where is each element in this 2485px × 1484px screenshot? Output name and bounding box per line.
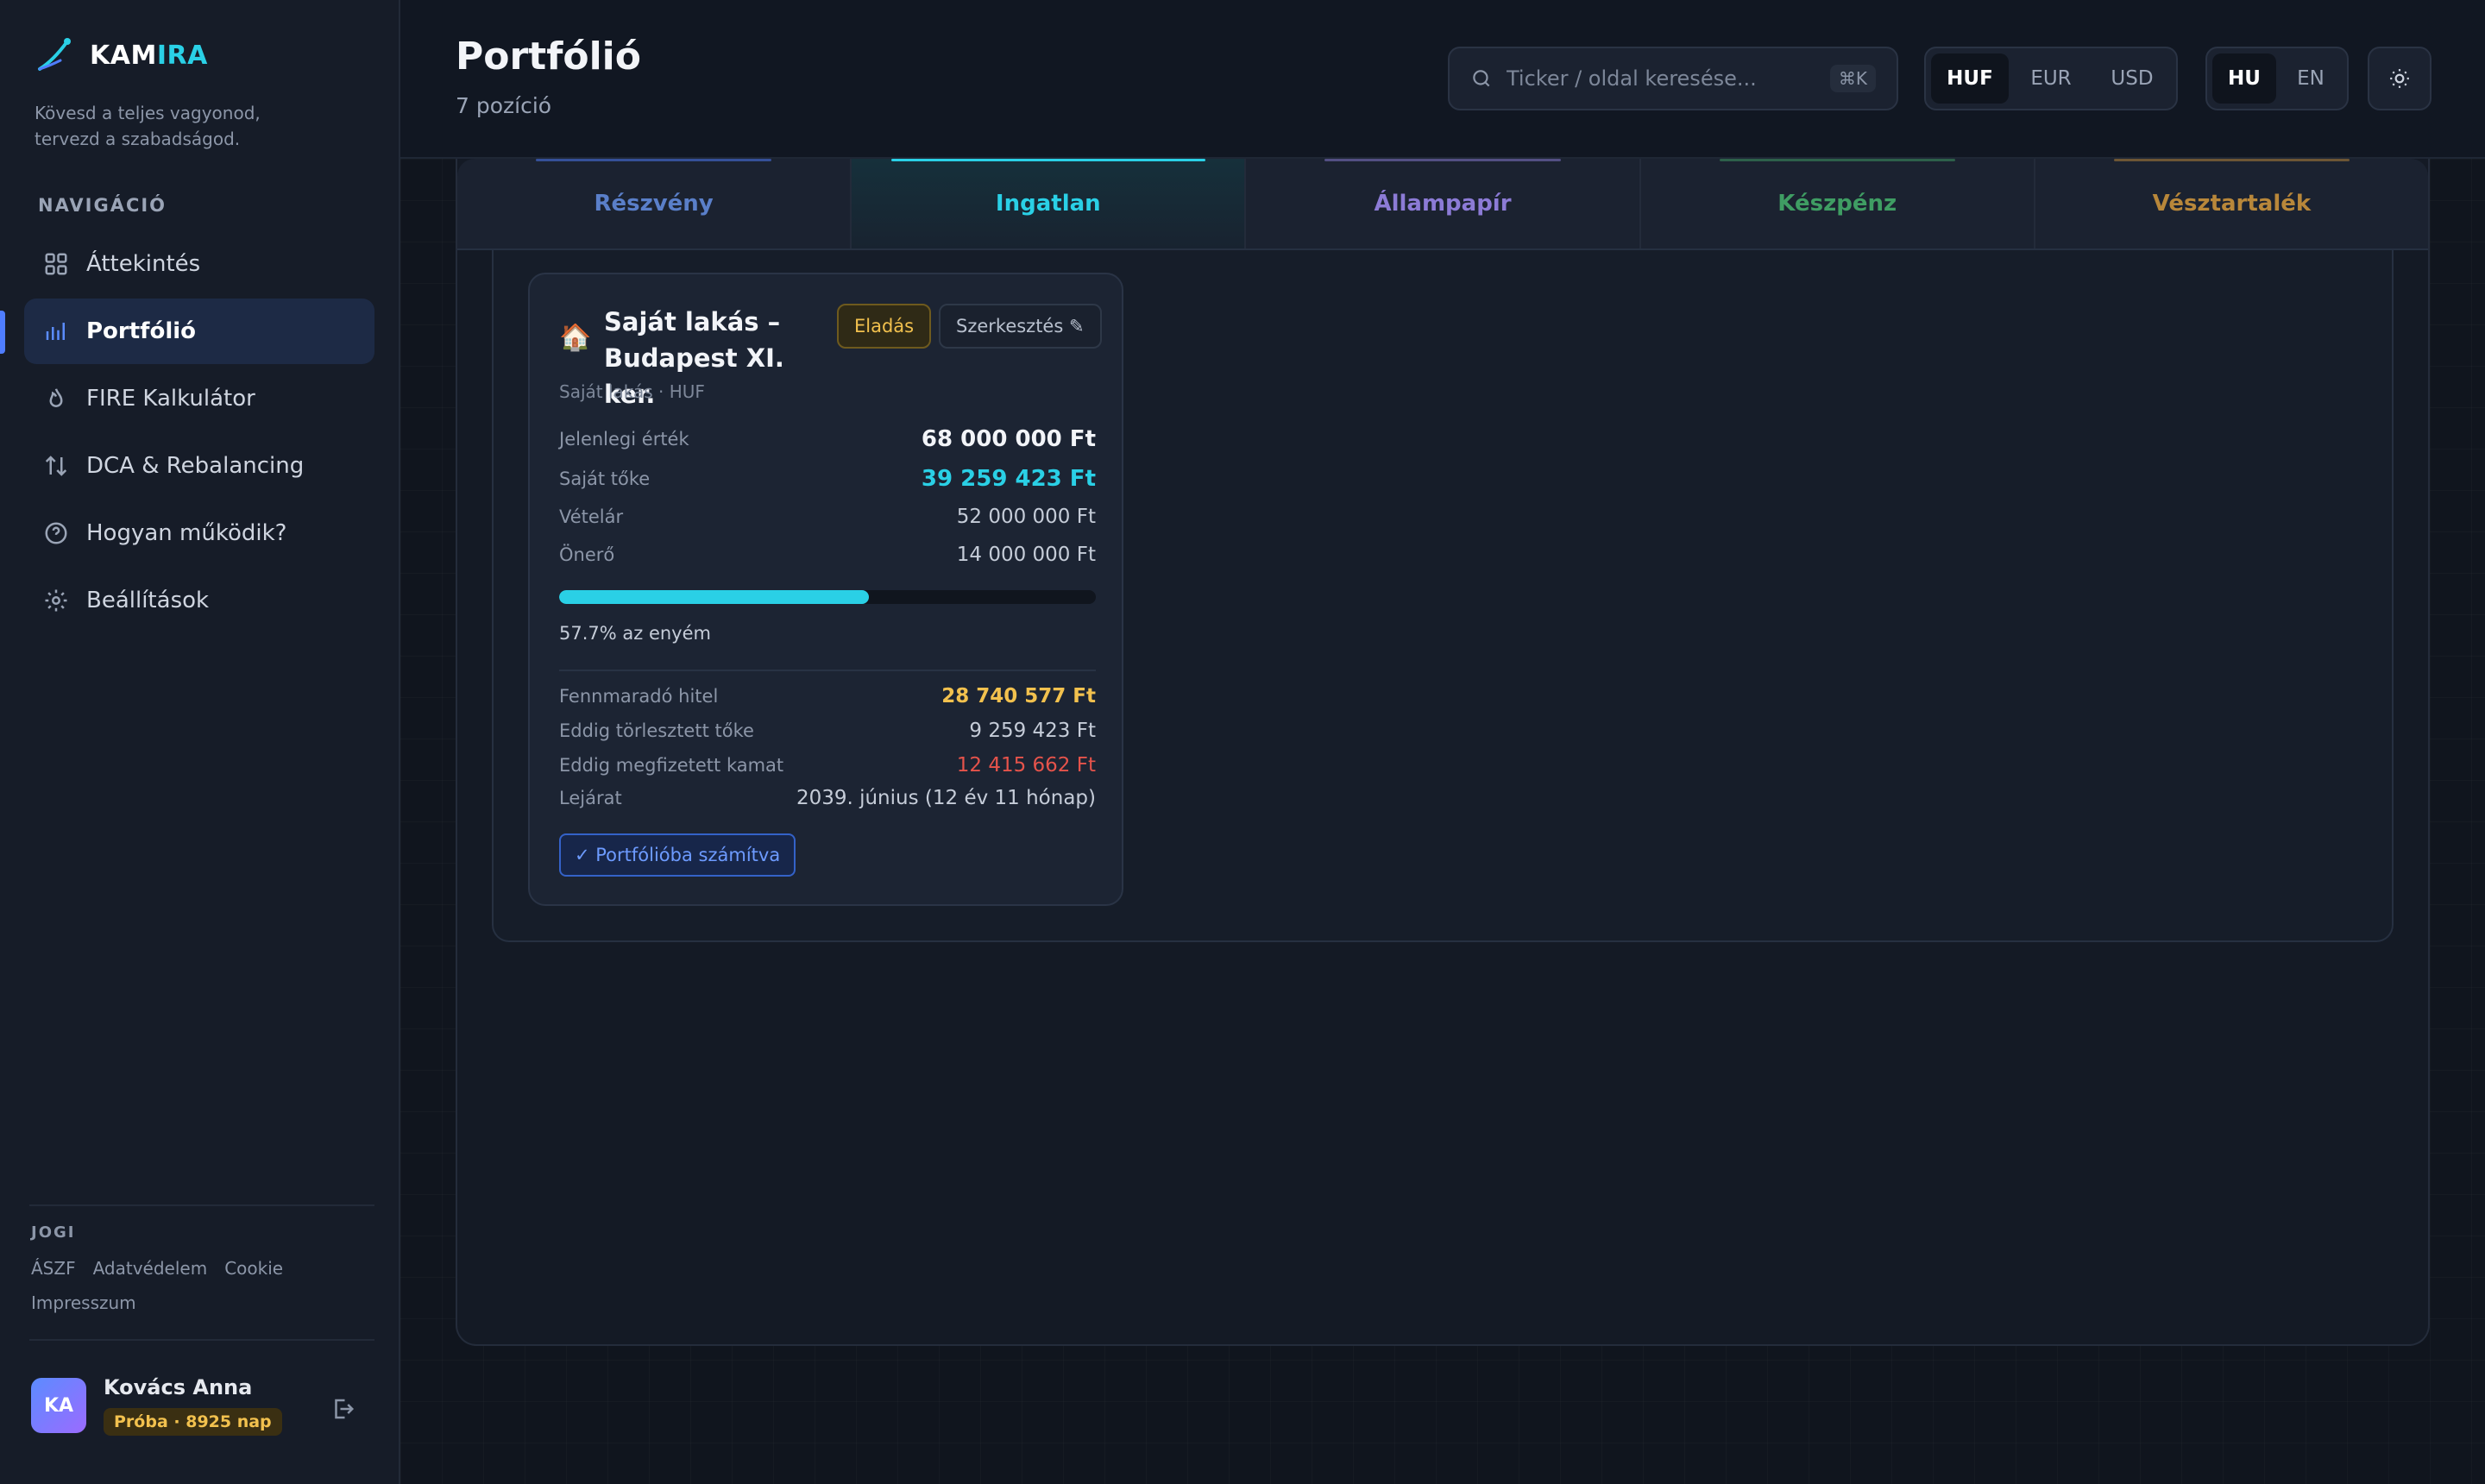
sidebar-item-label: Áttekintés (86, 251, 201, 277)
tab-ingatlan[interactable]: Ingatlan (852, 159, 1247, 248)
sidebar: KAMIRA Kövesd a teljes vagyonod, tervezd… (0, 0, 400, 1484)
repaid-principal-row: Eddig törlesztett tőke 9 259 423 Ft (559, 720, 1096, 742)
active-indicator (0, 311, 5, 354)
logo-icon (38, 38, 71, 71)
maturity-row: Lejárat 2039. június (12 év 11 hónap) (559, 787, 1096, 809)
sidebar-item-fire[interactable]: FIRE Kalkulátor (24, 366, 374, 431)
legal-section-title: JOGI (31, 1223, 76, 1242)
user-name: Kovács Anna (104, 1375, 253, 1399)
tab-allampapir[interactable]: Állampapír (1246, 159, 1641, 248)
legal-link-aszf[interactable]: ÁSZF (31, 1256, 76, 1280)
language-hu[interactable]: HU (2212, 53, 2276, 104)
sidebar-item-label: Portfólió (86, 318, 197, 344)
gear-icon (45, 589, 67, 612)
sidebar-item-settings[interactable]: Beállítások (24, 568, 374, 633)
sun-icon (2390, 69, 2409, 88)
sell-button[interactable]: Eladás (837, 304, 932, 349)
down-payment-value: 14 000 000 Ft (956, 544, 1096, 566)
page-title: Portfólió (456, 35, 641, 79)
portfolio-included-badge[interactable]: ✓ Portfólióba számítva (559, 833, 796, 877)
search-box[interactable]: ⌘K (1448, 47, 1898, 110)
edit-button[interactable]: Szerkesztés ✎ (939, 304, 1102, 349)
grid-icon (45, 253, 67, 275)
sidebar-item-label: Hogyan működik? (86, 520, 287, 546)
avatar: KA (31, 1378, 86, 1433)
row-label: Saját tőke (559, 468, 651, 489)
trial-badge: Próba · 8925 nap (104, 1408, 282, 1436)
equity-value: 39 259 423 Ft (921, 466, 1096, 492)
ownership-label: 57.7% az enyém (559, 623, 711, 644)
currency-usd[interactable]: USD (2093, 53, 2171, 104)
user-profile[interactable]: KA Kovács Anna Próba · 8925 nap (31, 1375, 282, 1436)
divider (559, 670, 1096, 671)
sidebar-item-label: Beállítások (86, 588, 210, 613)
interest-paid-row: Eddig megfizetett kamat 12 415 662 Ft (559, 754, 1096, 777)
app-tagline: Kövesd a teljes vagyonod, tervezd a szab… (35, 103, 261, 149)
flame-icon (49, 388, 63, 407)
repaid-principal-value: 9 259 423 Ft (969, 720, 1096, 742)
sidebar-item-label: DCA & Rebalancing (86, 453, 305, 479)
top-header: Portfólió 7 pozíció ⌘K HUF EUR USD HU EN (400, 0, 2485, 159)
language-en[interactable]: EN (2280, 53, 2342, 104)
legal-link-imprint[interactable]: Impresszum (31, 1291, 136, 1315)
sidebar-item-help[interactable]: Hogyan működik? (24, 500, 374, 566)
currency-huf[interactable]: HUF (1931, 53, 2009, 104)
purchase-price-row: Vételár 52 000 000 Ft (559, 506, 1096, 528)
legal-link-privacy[interactable]: Adatvédelem (93, 1256, 208, 1280)
divider (29, 1339, 374, 1341)
remaining-loan-row: Fennmaradó hitel 28 740 577 Ft (559, 685, 1096, 707)
logout-button[interactable] (330, 1396, 355, 1422)
app-name: KAMIRA (90, 40, 208, 71)
sidebar-item-dca[interactable]: DCA & Rebalancing (24, 433, 374, 499)
tab-keszpenz[interactable]: Készpénz (1641, 159, 2035, 248)
ownership-progress (559, 590, 1096, 604)
sidebar-nav: Áttekintés Portfólió FIRE Kalkulátor DCA… (24, 231, 374, 635)
row-label: Eddig megfizetett kamat (559, 755, 784, 776)
row-label: Fennmaradó hitel (559, 686, 719, 707)
logout-icon (335, 1399, 355, 1419)
maturity-value: 2039. június (12 év 11 hónap) (796, 787, 1096, 809)
row-label: Lejárat (559, 788, 622, 808)
arrows-updown-icon (45, 456, 67, 476)
app-logo[interactable]: KAMIRA (35, 35, 208, 76)
search-input[interactable] (1507, 66, 1816, 91)
sidebar-item-portfolio[interactable]: Portfólió (24, 299, 374, 364)
legal-links: ÁSZF Adatvédelem Cookie Impresszum (31, 1256, 324, 1315)
equity-row: Saját tőke 39 259 423 Ft (559, 466, 1096, 492)
sidebar-item-label: FIRE Kalkulátor (86, 386, 255, 412)
remaining-loan-value: 28 740 577 Ft (941, 685, 1096, 707)
asset-class-tabs: Részvény Ingatlan Állampapír Készpénz Vé… (457, 159, 2428, 250)
divider (29, 1204, 374, 1206)
theme-toggle-button[interactable] (2368, 47, 2432, 110)
search-icon (1473, 70, 1490, 87)
row-label: Jelenlegi érték (559, 429, 689, 450)
currency-switcher: HUF EUR USD (1924, 47, 2178, 110)
nav-section-title: NAVIGÁCIÓ (38, 195, 167, 216)
current-value-row: Jelenlegi érték 68 000 000 Ft (559, 426, 1096, 452)
position-count: 7 pozíció (456, 93, 552, 118)
tab-reszveny[interactable]: Részvény (457, 159, 852, 248)
currency-eur[interactable]: EUR (2012, 53, 2090, 104)
purchase-price-value: 52 000 000 Ft (956, 506, 1096, 528)
down-payment-row: Önerő 14 000 000 Ft (559, 544, 1096, 566)
language-switcher: HU EN (2205, 47, 2349, 110)
property-subtitle: Saját lakás · HUF (559, 381, 705, 402)
house-icon: 🏠 (559, 323, 592, 353)
sidebar-item-attekintes[interactable]: Áttekintés (24, 231, 374, 297)
current-value: 68 000 000 Ft (921, 426, 1096, 452)
interest-paid-value: 12 415 662 Ft (956, 754, 1096, 777)
bar-chart-icon (46, 323, 65, 340)
legal-link-cookie[interactable]: Cookie (224, 1256, 283, 1280)
row-label: Eddig törlesztett tőke (559, 720, 754, 741)
row-label: Vételár (559, 506, 624, 527)
tab-vesztartalek[interactable]: Vésztartalék (2035, 159, 2428, 248)
row-label: Önerő (559, 544, 615, 565)
ownership-progress-fill (559, 590, 869, 604)
property-card: 🏠 Saját lakás – Budapest XI. ker. Eladás… (528, 273, 1123, 906)
help-circle-icon (45, 522, 67, 544)
search-shortcut: ⌘K (1829, 65, 1876, 92)
